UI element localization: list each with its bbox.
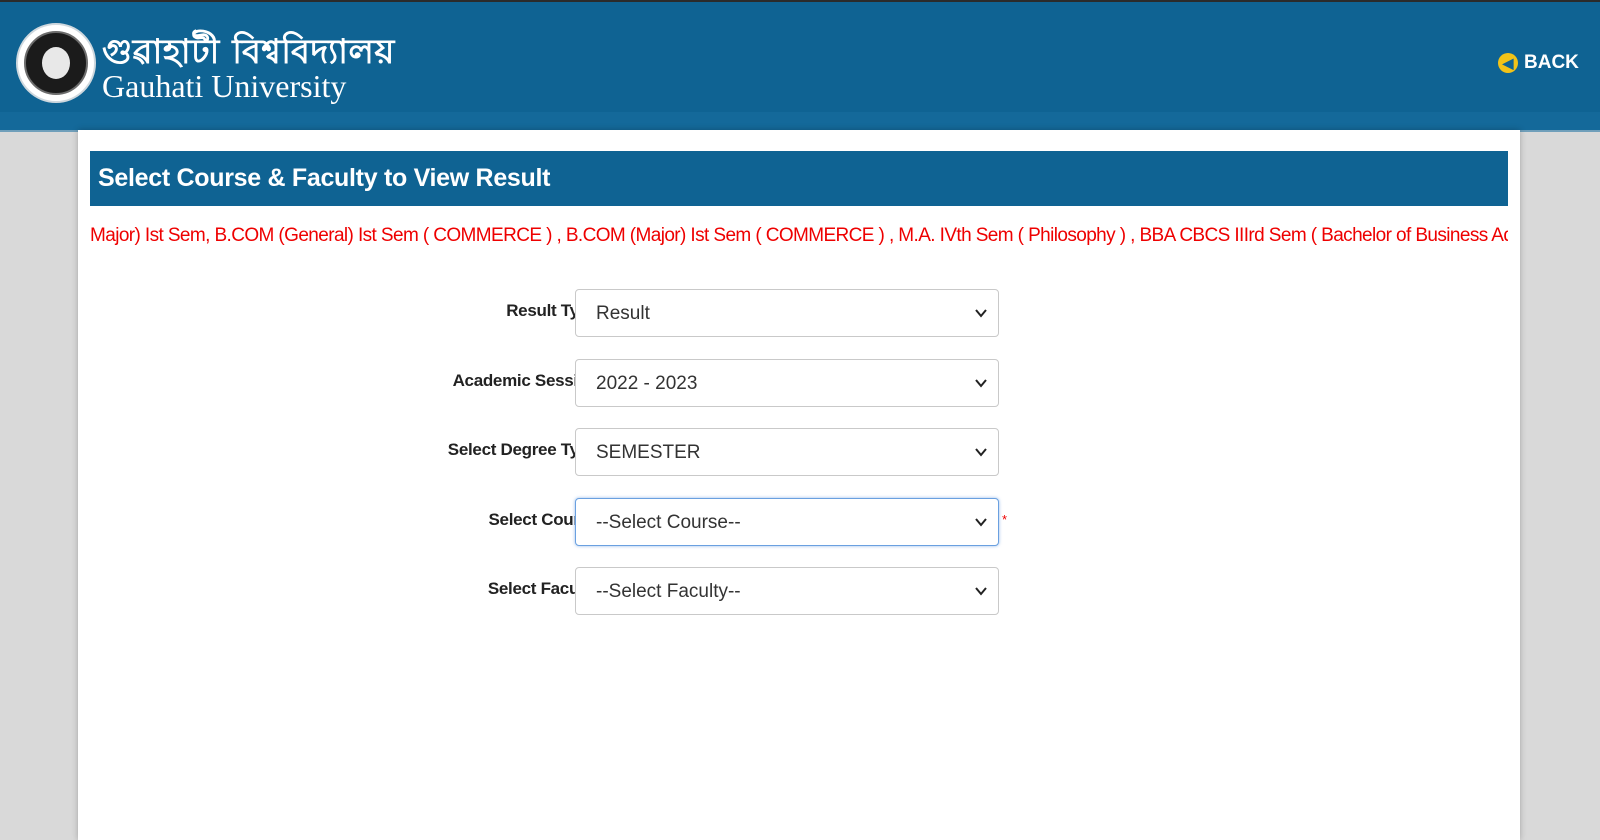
header-shade: [0, 112, 1600, 132]
form-row-course: Select Course --Select Course-- *: [78, 498, 1520, 548]
main-card: Select Course & Faculty to View Result M…: [78, 130, 1520, 840]
degree-type-value: SEMESTER: [596, 442, 701, 463]
course-value: --Select Course--: [596, 512, 741, 533]
chevron-down-icon: [975, 518, 987, 527]
result-type-select[interactable]: Result: [575, 289, 999, 337]
chevron-down-icon: [975, 587, 987, 596]
chevron-down-icon: [975, 379, 987, 388]
course-select[interactable]: --Select Course--: [575, 498, 999, 546]
chevron-down-icon: [975, 309, 987, 318]
academic-session-select[interactable]: 2022 - 2023: [575, 359, 999, 407]
university-logo: [16, 23, 96, 103]
form-row-faculty: Select Faculty --Select Faculty--: [78, 567, 1520, 617]
required-marker: *: [1002, 512, 1008, 527]
university-name-english: Gauhati University: [102, 68, 347, 104]
site-header: গুৱাহাটী বিশ্ববিদ্যালয় Gauhati Universi…: [0, 2, 1600, 132]
faculty-select[interactable]: --Select Faculty--: [575, 567, 999, 615]
back-button[interactable]: ◀ BACK: [1498, 52, 1579, 74]
form-row-academic-session: Academic Session 2022 - 2023: [78, 359, 1520, 409]
chevron-down-icon: [975, 448, 987, 457]
result-type-value: Result: [596, 303, 650, 324]
faculty-value: --Select Faculty--: [596, 581, 741, 602]
panel-title: Select Course & Faculty to View Result: [90, 151, 1508, 206]
form-row-degree-type: Select Degree Type SEMESTER: [78, 428, 1520, 478]
degree-type-select[interactable]: SEMESTER: [575, 428, 999, 476]
form-row-result-type: Result Type Result: [78, 289, 1520, 339]
arrow-left-circle-icon: ◀: [1498, 53, 1518, 73]
logo-seal: [24, 31, 88, 95]
logo-emblem: [42, 47, 70, 79]
result-announcement-marquee: Major) Ist Sem, B.COM (General) Ist Sem …: [90, 225, 1508, 246]
academic-session-value: 2022 - 2023: [596, 373, 698, 394]
back-label: BACK: [1524, 52, 1579, 73]
